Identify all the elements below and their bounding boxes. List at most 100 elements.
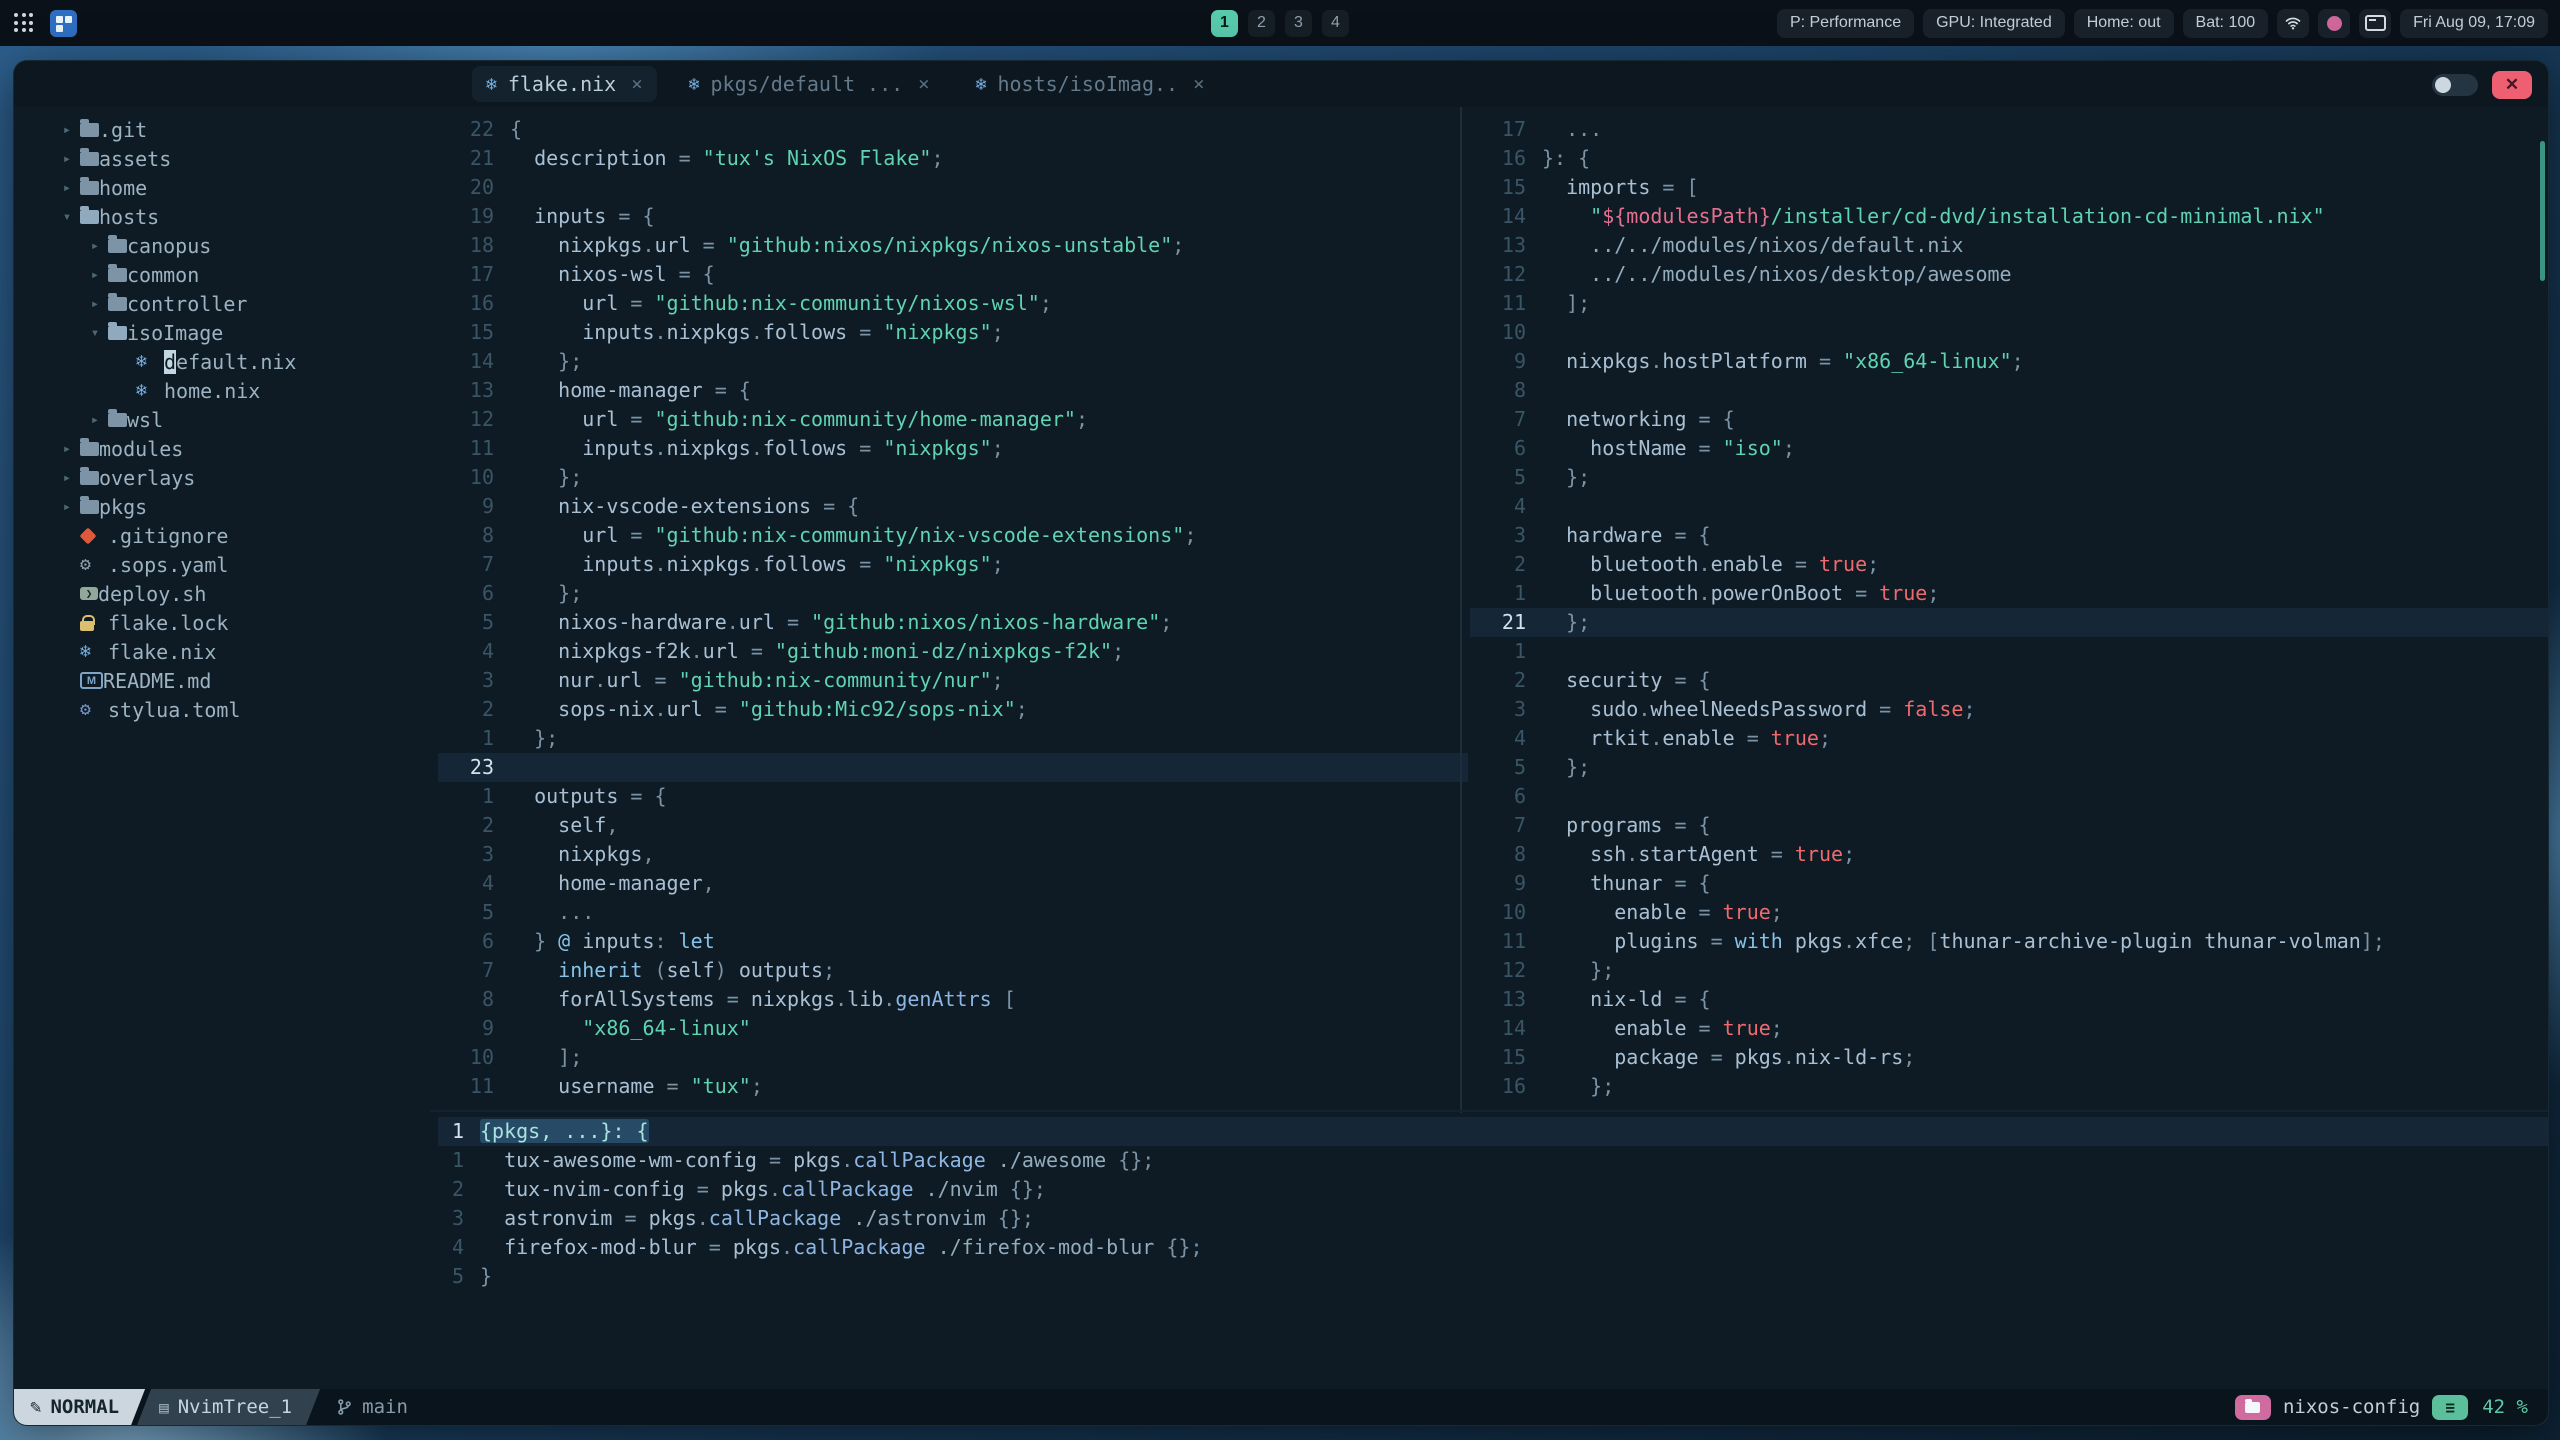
- gpu-widget[interactable]: GPU: Integrated: [1923, 8, 2065, 38]
- workspace-1[interactable]: 1: [1211, 9, 1238, 37]
- code-token: =: [738, 639, 775, 663]
- code-line: 16 };: [1470, 1072, 2548, 1101]
- scroll-percent: 42 %: [2482, 1396, 2528, 1418]
- code-token: url: [654, 233, 691, 257]
- line-number: 9: [481, 1016, 494, 1040]
- code-line: 6 };: [438, 579, 1468, 608]
- tab-close-icon[interactable]: ×: [631, 73, 642, 95]
- horizontal-split-separator[interactable]: [430, 1110, 2548, 1112]
- workspace-4[interactable]: 4: [1322, 9, 1349, 37]
- tree-item-isoImage[interactable]: ▾ isoImage: [14, 318, 430, 347]
- code-token: ,: [642, 842, 655, 866]
- notification-widget[interactable]: [2318, 8, 2351, 38]
- code-text: url = "github:nix-community/nix-vscode-e…: [510, 523, 1196, 547]
- tab-pkgs/default ...[interactable]: ❄ pkgs/default ... ×: [675, 66, 944, 102]
- tree-item-deploy.sh[interactable]: deploy.sh: [14, 579, 430, 608]
- tree-item-flake.nix[interactable]: ❄ flake.nix: [14, 637, 430, 666]
- tree-item-default.nix[interactable]: ❄ default.nix: [14, 347, 430, 376]
- code-token: plugins: [1542, 929, 1699, 953]
- tab-close-icon[interactable]: ×: [918, 73, 929, 95]
- code-token: ${modulesPath}: [1602, 204, 1771, 228]
- code-line: 7 inherit (self) outputs;: [438, 956, 1468, 985]
- editor-bottom[interactable]: 1 {pkgs, ...}: {1 tux-awesome-wm-config =…: [430, 1113, 2548, 1357]
- tree-item-pkgs[interactable]: ▸ pkgs: [14, 492, 430, 521]
- power-profile-widget[interactable]: P: Performance: [1776, 8, 1915, 38]
- tree-item-hosts[interactable]: ▾ hosts: [14, 202, 430, 231]
- code-token: =: [847, 552, 884, 576]
- nix-icon: ❄: [975, 73, 987, 95]
- code-text: programs = {: [1542, 813, 1711, 837]
- editor-left[interactable]: 22{21 description = "tux's NixOS Flake";…: [430, 107, 1468, 1121]
- code-text: };: [510, 349, 582, 373]
- code-line: 9 "x86_64-linux": [438, 1014, 1468, 1043]
- clock-widget[interactable]: Fri Aug 09, 17:09: [2400, 8, 2548, 38]
- tree-item-wsl[interactable]: ▸ wsl: [14, 405, 430, 434]
- code-token: hostName: [1542, 436, 1687, 460]
- workspace-3[interactable]: 3: [1285, 9, 1312, 37]
- folder-icon: [2245, 1398, 2261, 1413]
- code-text: inputs.nixpkgs.follows = "nixpkgs";: [510, 320, 1004, 344]
- app-launcher-icon[interactable]: [14, 13, 34, 33]
- tab-close-icon[interactable]: ×: [1193, 73, 1204, 95]
- code-token: "x86_64-linux": [510, 1016, 751, 1040]
- tree-item-assets[interactable]: ▸ assets: [14, 144, 430, 173]
- workspace-2[interactable]: 2: [1248, 9, 1275, 37]
- code-token: ;: [991, 436, 1004, 460]
- code-token: /installer/cd-dvd/installation-cd-minima…: [1770, 204, 2325, 228]
- pin-toggle[interactable]: [2432, 74, 2478, 96]
- tree-item-.sops.yaml[interactable]: ⚙ .sops.yaml: [14, 550, 430, 579]
- code-token: true: [1794, 842, 1844, 866]
- line-number: 21: [469, 146, 494, 170]
- line-number: 6: [481, 581, 494, 605]
- code-line: 18 nixpkgs.url = "github:nixos/nixpkgs/n…: [438, 231, 1468, 260]
- tree-item-README.md[interactable]: README.md: [14, 666, 430, 695]
- code-line: 3 hardware = {: [1470, 521, 2548, 550]
- code-token: pkgs: [793, 1148, 842, 1172]
- code-token: outputs: [510, 784, 619, 808]
- awesome-logo-icon[interactable]: [50, 9, 77, 37]
- tree-item-label: .git: [99, 117, 148, 142]
- tab-hosts/isoImag..[interactable]: ❄ hosts/isoImag.. ×: [962, 66, 1219, 102]
- tree-item-label: deploy.sh: [98, 581, 207, 606]
- tree-item-home.nix[interactable]: ❄ home.nix: [14, 376, 430, 405]
- code-token: };: [1542, 958, 1615, 982]
- editor-right[interactable]: 17 ... 16}: {15 imports = [14 "${modulesP…: [1462, 107, 2548, 1121]
- code-token: inputs: [570, 929, 655, 953]
- code-token: .: [1626, 842, 1639, 866]
- code-token: }: {: [1542, 146, 1591, 170]
- tree-item-.gitignore[interactable]: .gitignore: [14, 521, 430, 550]
- code-token: =: [1686, 436, 1723, 460]
- code-token: nix-vscode-extensions: [510, 494, 812, 518]
- home-status-widget[interactable]: Home: out: [2073, 8, 2174, 38]
- tree-item-modules[interactable]: ▸ modules: [14, 434, 430, 463]
- code-text: inputs = {: [510, 204, 654, 228]
- tree-item-stylua.toml[interactable]: ⚙ stylua.toml: [14, 695, 430, 724]
- battery-widget[interactable]: Bat: 100: [2182, 8, 2269, 38]
- code-line: 5 ...: [438, 898, 1468, 927]
- line-number: 4: [451, 1235, 464, 1259]
- tree-item-common[interactable]: ▸ common: [14, 260, 430, 289]
- tree-item-controller[interactable]: ▸ controller: [14, 289, 430, 318]
- tree-item-canopus[interactable]: ▸ canopus: [14, 231, 430, 260]
- tab-flake.nix[interactable]: ❄ flake.nix ×: [472, 66, 657, 102]
- code-token: };: [1542, 755, 1591, 779]
- tree-item-label: flake.nix: [108, 639, 217, 664]
- code-token: ;: [1903, 1045, 1916, 1069]
- tree-item-.git[interactable]: ▸ .git: [14, 115, 430, 144]
- code-token: .: [726, 610, 739, 634]
- tree-item-flake.lock[interactable]: flake.lock: [14, 608, 430, 637]
- code-token: =: [618, 291, 655, 315]
- tree-item-overlays[interactable]: ▸ overlays: [14, 463, 430, 492]
- code-token: "nixpkgs": [883, 552, 992, 576]
- line-number: 23: [469, 755, 494, 779]
- clipboard-widget[interactable]: [2359, 8, 2392, 38]
- wifi-widget[interactable]: [2277, 8, 2310, 38]
- code-text: "${modulesPath}/installer/cd-dvd/install…: [1542, 204, 2325, 228]
- close-button[interactable]: ✕: [2492, 71, 2532, 99]
- file-tree[interactable]: ▸ .git ▸ assets ▸ home ▾ hosts ▸ canopus ▸ common ▸ c…: [14, 107, 430, 1389]
- code-line: 5 };: [1470, 753, 2548, 782]
- code-token: true: [1770, 726, 1819, 750]
- code-text: hostName = "iso";: [1542, 436, 1795, 460]
- tree-item-home[interactable]: ▸ home: [14, 173, 430, 202]
- scrollbar-thumb[interactable]: [2540, 141, 2545, 281]
